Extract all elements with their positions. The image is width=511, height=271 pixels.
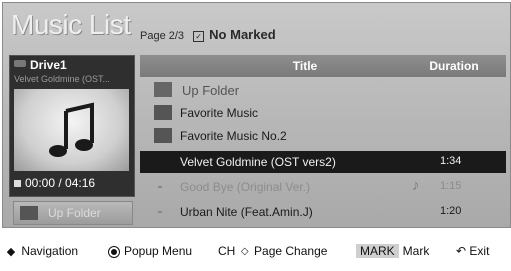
album-art (14, 89, 129, 171)
music-note-icon (49, 102, 94, 157)
checkbox-icon: ✓ (193, 30, 205, 42)
page-info: Page 2/3 ✓ No Marked (140, 27, 276, 42)
now-playing-icon: ♪ (412, 177, 420, 194)
navigation-arrows-icon: ◆ (6, 246, 16, 258)
list-item-title: Good Bye (Original Ver.) (180, 180, 311, 194)
bullet-icon (158, 211, 162, 213)
mark-status: No Marked (209, 27, 276, 42)
current-song-name: Velvet Goldmine (OST... (14, 74, 111, 84)
list-item-song[interactable]: Good Bye (Original Ver.) ♪ 1:15 (140, 176, 506, 198)
page-indicator: Page 2/3 (140, 30, 185, 42)
help-exit: ↶ Exit (456, 244, 489, 258)
list-item-duration: 1:20 (440, 205, 462, 217)
help-page-change: CH ◇ Page Change (218, 244, 327, 258)
help-page-change-label: Page Change (254, 244, 328, 258)
folder-icon (154, 105, 172, 120)
playback-time: 00:00 / 04:16 (14, 176, 95, 190)
bullet-icon (158, 186, 162, 188)
drive-panel: Drive1 Velvet Goldmine (OST... 00:00 / 0… (9, 55, 135, 197)
help-exit-label: Exit (469, 244, 490, 258)
usb-drive-icon (14, 60, 26, 67)
up-folder-icon (154, 82, 172, 97)
help-bar: ◆ Navigation Popup Menu CH ◇ Page Change… (0, 238, 511, 266)
column-title: Title (292, 59, 318, 73)
list-item-title: Velvet Goldmine (OST vers2) (180, 155, 336, 169)
list-item-duration: 1:15 (440, 180, 462, 192)
playback-time-text: 00:00 / 04:16 (25, 176, 96, 190)
help-navigation-label: Navigation (21, 244, 79, 258)
column-duration: Duration (429, 59, 479, 73)
list-item-folder[interactable]: Favorite Music No.2 (140, 125, 506, 147)
list-item-duration: 1:34 (440, 155, 462, 167)
list-header: Title Duration (140, 55, 506, 77)
help-popup-menu-label: Popup Menu (124, 244, 193, 258)
help-ch-label: CH (218, 244, 236, 258)
mark-key-badge: MARK (356, 244, 399, 258)
help-mark-label: Mark (402, 244, 430, 258)
ok-button-icon (108, 245, 120, 258)
up-folder-label: Up Folder (48, 206, 101, 220)
list-item-song[interactable]: Urban Nite (Feat.Amin.J) 1:20 (140, 201, 506, 223)
up-folder-button[interactable]: Up Folder (13, 201, 133, 225)
back-icon: ↶ (456, 244, 467, 258)
drive-name: Drive1 (30, 58, 67, 72)
help-popup-menu: Popup Menu (108, 244, 192, 258)
page-title: Music List (11, 9, 131, 40)
list-item-up-folder[interactable]: Up Folder (140, 79, 506, 101)
list-item-title: Urban Nite (Feat.Amin.J) (180, 205, 313, 219)
list-item-title: Favorite Music No.2 (180, 129, 287, 143)
list-item-title: Favorite Music (180, 106, 259, 120)
help-mark: MARK Mark (356, 244, 429, 258)
list-item-folder[interactable]: Favorite Music (140, 102, 506, 124)
music-list: Title Duration Up Folder Favorite Music … (140, 55, 506, 225)
stop-icon (14, 180, 21, 188)
list-item-song-selected[interactable]: Velvet Goldmine (OST vers2) 1:34 (140, 151, 506, 173)
ch-up-down-icon: ◇ (240, 246, 249, 258)
music-list-screen: Music List Page 2/3 ✓ No Marked Drive1 V… (2, 2, 511, 228)
folder-icon (154, 128, 172, 143)
help-navigation: ◆ Navigation (4, 244, 78, 258)
folder-icon (20, 206, 38, 220)
list-item-title: Up Folder (182, 83, 240, 98)
